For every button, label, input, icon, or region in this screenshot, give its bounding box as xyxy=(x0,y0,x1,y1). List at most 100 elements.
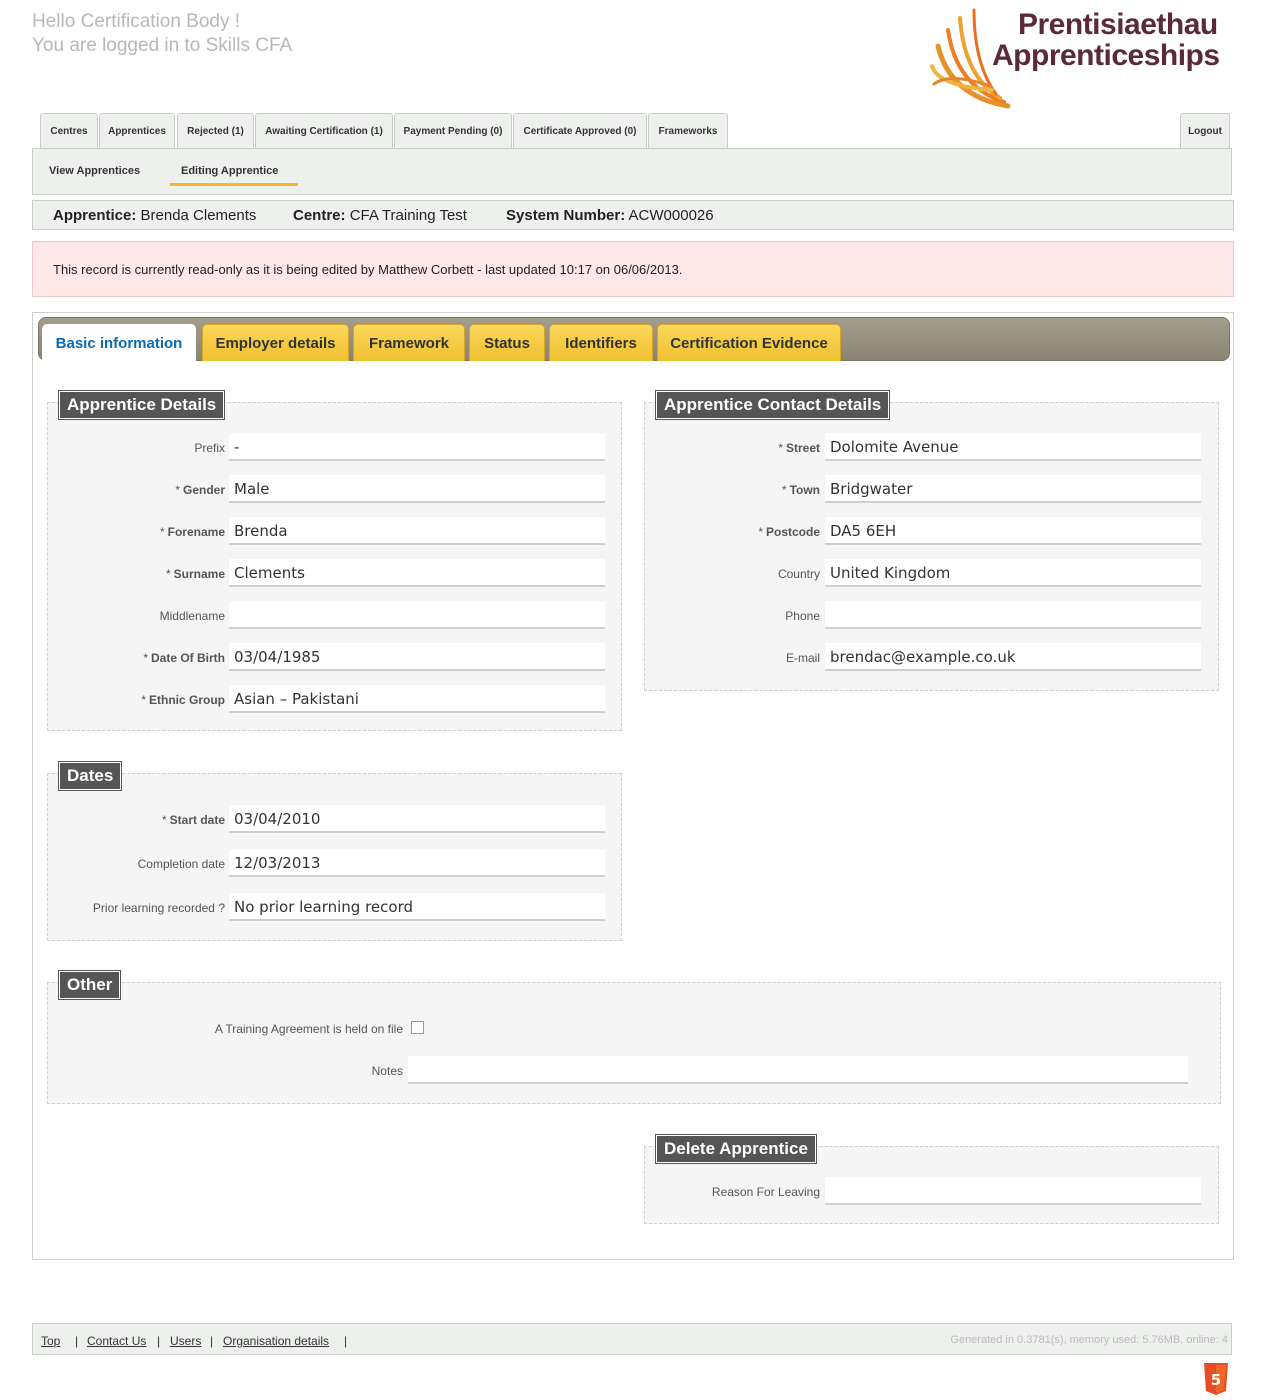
field-input[interactable]: DA5 6EH xyxy=(825,517,1201,545)
field-label: * Surname xyxy=(53,567,225,581)
field-input[interactable]: brendac@example.co.uk xyxy=(825,643,1201,671)
contact-details-legend: Apprentice Contact Details xyxy=(654,390,891,420)
field-input[interactable]: United Kingdom xyxy=(825,559,1201,587)
subnav-view-apprentices[interactable]: View Apprentices xyxy=(49,165,140,177)
notes-field[interactable] xyxy=(408,1056,1188,1084)
apprentice-value: Brenda Clements xyxy=(140,207,257,224)
field-label: * Postcode xyxy=(653,525,820,539)
field-input[interactable]: 12/03/2013 xyxy=(229,849,605,877)
tab-identifiers[interactable]: Identifiers xyxy=(549,324,653,361)
field-input[interactable]: 03/04/1985 xyxy=(229,643,605,671)
required-marker: * xyxy=(143,651,148,665)
footer-link-top[interactable]: Top xyxy=(41,1334,60,1348)
centre-value: CFA Training Test xyxy=(349,207,467,224)
html5-icon: 5 xyxy=(1203,1363,1229,1395)
footer-separator: | xyxy=(157,1334,161,1348)
field-label-text: Ethnic Group xyxy=(149,693,225,707)
main-panel: Basic information Employer details Frame… xyxy=(32,312,1234,1260)
notes-label: Notes xyxy=(371,1064,403,1078)
footer-separator: | xyxy=(75,1334,79,1348)
tab-basic-information[interactable]: Basic information xyxy=(42,324,196,361)
field-input[interactable]: Clements xyxy=(229,559,605,587)
tab-payment-pending[interactable]: Payment Pending (0) xyxy=(394,113,512,148)
generated-stats: Generated in 0.3781(s), memory used: 5.7… xyxy=(950,1334,1228,1346)
field-input[interactable] xyxy=(229,601,605,629)
training-agreement-checkbox[interactable] xyxy=(411,1021,424,1034)
tab-frameworks[interactable]: Frameworks xyxy=(648,113,728,148)
footer-separator: | xyxy=(344,1334,348,1348)
field-label-text: Gender xyxy=(182,483,225,497)
footer-link-contact-us[interactable]: Contact Us xyxy=(87,1334,146,1348)
field-label-text: Town xyxy=(789,483,820,497)
subnav-editing-apprentice[interactable]: Editing Apprentice xyxy=(181,165,278,177)
system-number-label: System Number: xyxy=(506,207,626,224)
field-label-text: E-mail xyxy=(785,651,820,665)
tab-employer-details[interactable]: Employer details xyxy=(202,324,349,361)
field-label: * Ethnic Group xyxy=(53,693,225,707)
other-legend: Other xyxy=(57,970,122,1000)
field-input[interactable]: 03/04/2010 xyxy=(229,805,605,833)
tab-apprentices[interactable]: Apprentices xyxy=(99,113,175,148)
field-input[interactable]: Dolomite Avenue xyxy=(825,433,1201,461)
footer: Top | Contact Us | Users | Organisation … xyxy=(32,1323,1232,1355)
field-label-text: Prior learning recorded ? xyxy=(92,901,225,915)
field-input[interactable]: Bridgwater xyxy=(825,475,1201,503)
active-subnav-indicator xyxy=(170,183,298,186)
field-input[interactable]: - xyxy=(229,433,605,461)
required-marker: * xyxy=(161,813,167,827)
tab-certificate-approved[interactable]: Certificate Approved (0) xyxy=(513,113,647,148)
required-marker: * xyxy=(781,483,787,497)
sub-nav: View Apprentices Editing Apprentice xyxy=(32,148,1232,195)
greeting-text: Hello Certification Body ! xyxy=(32,11,241,32)
tab-status[interactable]: Status xyxy=(469,324,545,361)
section-tabbar: Basic information Employer details Frame… xyxy=(38,317,1230,361)
logged-in-text: You are logged in to Skills CFA xyxy=(32,35,293,56)
field-label: Country xyxy=(653,567,820,581)
tab-awaiting-certification[interactable]: Awaiting Certification (1) xyxy=(255,113,393,148)
footer-link-organisation-details[interactable]: Organisation details xyxy=(223,1334,329,1348)
field-label-text: Street xyxy=(785,441,820,455)
field-input[interactable] xyxy=(825,601,1201,629)
field-label: * Forename xyxy=(53,525,225,539)
field-label: * Start date xyxy=(53,813,225,827)
field-label: * Date Of Birth xyxy=(53,651,225,665)
field-input[interactable]: Brenda xyxy=(229,517,605,545)
field-label-text: Completion date xyxy=(137,857,225,871)
required-marker: * xyxy=(165,567,171,581)
field-input[interactable]: Male xyxy=(229,475,605,503)
field-label: Middlename xyxy=(53,609,225,623)
apprentice-info-bar: Apprentice: Brenda Clements Centre: CFA … xyxy=(32,200,1234,230)
footer-separator: | xyxy=(210,1334,214,1348)
logout-button[interactable]: Logout xyxy=(1180,113,1230,148)
svg-text:5: 5 xyxy=(1211,1371,1221,1389)
field-label-text: Start date xyxy=(169,813,225,827)
tab-certification-evidence[interactable]: Certification Evidence xyxy=(657,324,841,361)
footer-link-users[interactable]: Users xyxy=(170,1334,201,1348)
field-label: Phone xyxy=(653,609,820,623)
field-label: Prefix xyxy=(53,441,225,455)
field-label-text: Prefix xyxy=(194,441,225,455)
tab-framework[interactable]: Framework xyxy=(353,324,465,361)
delete-apprentice-legend: Delete Apprentice xyxy=(655,1134,817,1164)
apprenticeships-logo: Prentisiaethau Apprenticeships xyxy=(930,6,1240,110)
required-marker: * xyxy=(141,693,146,707)
field-input[interactable]: No prior learning record xyxy=(229,893,605,921)
field-label-text: Country xyxy=(777,567,820,581)
training-agreement-label: A Training Agreement is held on file xyxy=(214,1022,403,1036)
required-marker: * xyxy=(778,441,783,455)
reason-for-leaving-field[interactable] xyxy=(825,1177,1201,1205)
required-marker: * xyxy=(175,483,180,497)
field-label: * Town xyxy=(653,483,820,497)
field-label-text: Date Of Birth xyxy=(150,651,225,665)
tab-centres[interactable]: Centres xyxy=(40,113,98,148)
other-fieldset xyxy=(47,982,1221,1104)
greeting-block: Hello Certification Body ! You are logge… xyxy=(32,10,292,58)
field-input[interactable]: Asian – Pakistani xyxy=(229,685,605,713)
field-label: Prior learning recorded ? xyxy=(53,901,225,915)
field-label-text: Forename xyxy=(167,525,225,539)
field-label: Completion date xyxy=(53,857,225,871)
tab-rejected[interactable]: Rejected (1) xyxy=(177,113,254,148)
dates-legend: Dates xyxy=(57,761,123,791)
field-label: E-mail xyxy=(653,651,820,665)
logo-english-text: Apprenticeships xyxy=(992,39,1220,72)
